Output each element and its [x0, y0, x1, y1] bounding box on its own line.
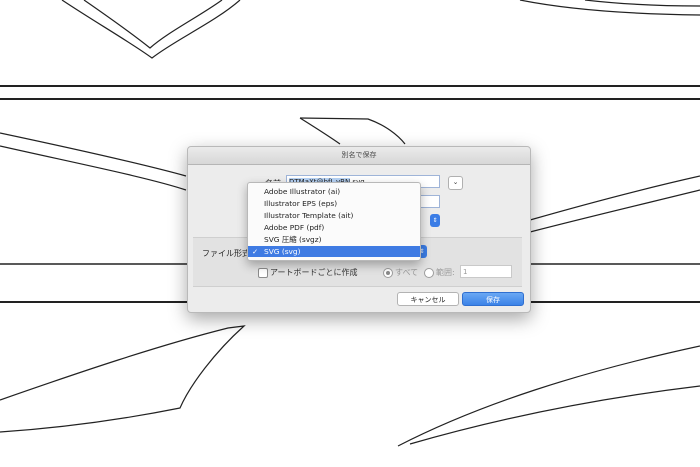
- location-stepper-icon[interactable]: ⇕: [430, 214, 440, 227]
- chevron-down-icon: ⌄: [452, 178, 459, 186]
- menu-item-pdf[interactable]: Adobe PDF (pdf): [248, 222, 420, 233]
- expand-dialog-button[interactable]: ⌄: [448, 176, 463, 190]
- artwork-stroke: [83, 0, 223, 49]
- artwork-stroke: [299, 117, 341, 145]
- cancel-button[interactable]: キャンセル: [397, 292, 459, 306]
- artwork-stroke: [61, 0, 241, 59]
- artwork-stroke: [409, 385, 700, 445]
- range-all-label: すべて: [395, 268, 419, 277]
- range-radio[interactable]: [424, 268, 434, 278]
- artboard-checkbox[interactable]: [258, 268, 268, 278]
- format-label: ファイル形式:: [202, 249, 253, 258]
- menu-item-eps[interactable]: Illustrator EPS (eps): [248, 198, 420, 209]
- save-button[interactable]: 保存: [462, 292, 524, 306]
- menu-item-svg[interactable]: ✓ SVG (svg): [248, 246, 420, 257]
- range-label: 範囲:: [436, 268, 455, 277]
- artwork-stroke: [0, 145, 187, 191]
- artboard-checkbox-label: アートボードごとに作成: [270, 268, 358, 277]
- artwork-stroke: [0, 325, 246, 433]
- format-menu: Adobe Illustrator (ai) Illustrator EPS (…: [247, 182, 421, 261]
- checkmark-icon: ✓: [252, 247, 259, 256]
- menu-item-ait[interactable]: Illustrator Template (ait): [248, 210, 420, 221]
- artwork-stroke: [0, 132, 187, 177]
- artwork-stroke: [529, 175, 700, 221]
- artwork-stroke: [299, 117, 406, 145]
- artwork-stroke: [397, 345, 700, 447]
- menu-item-svg-label: SVG (svg): [264, 247, 301, 256]
- menu-item-svgz[interactable]: SVG 圧縮 (svgz): [248, 234, 420, 245]
- range-field[interactable]: 1: [460, 265, 512, 278]
- artwork-stroke: [584, 0, 700, 7]
- range-value: 1: [463, 268, 468, 276]
- dialog-title: 別名で保存: [188, 147, 530, 165]
- range-all-radio[interactable]: [383, 268, 393, 278]
- menu-item-ai[interactable]: Adobe Illustrator (ai): [248, 186, 420, 197]
